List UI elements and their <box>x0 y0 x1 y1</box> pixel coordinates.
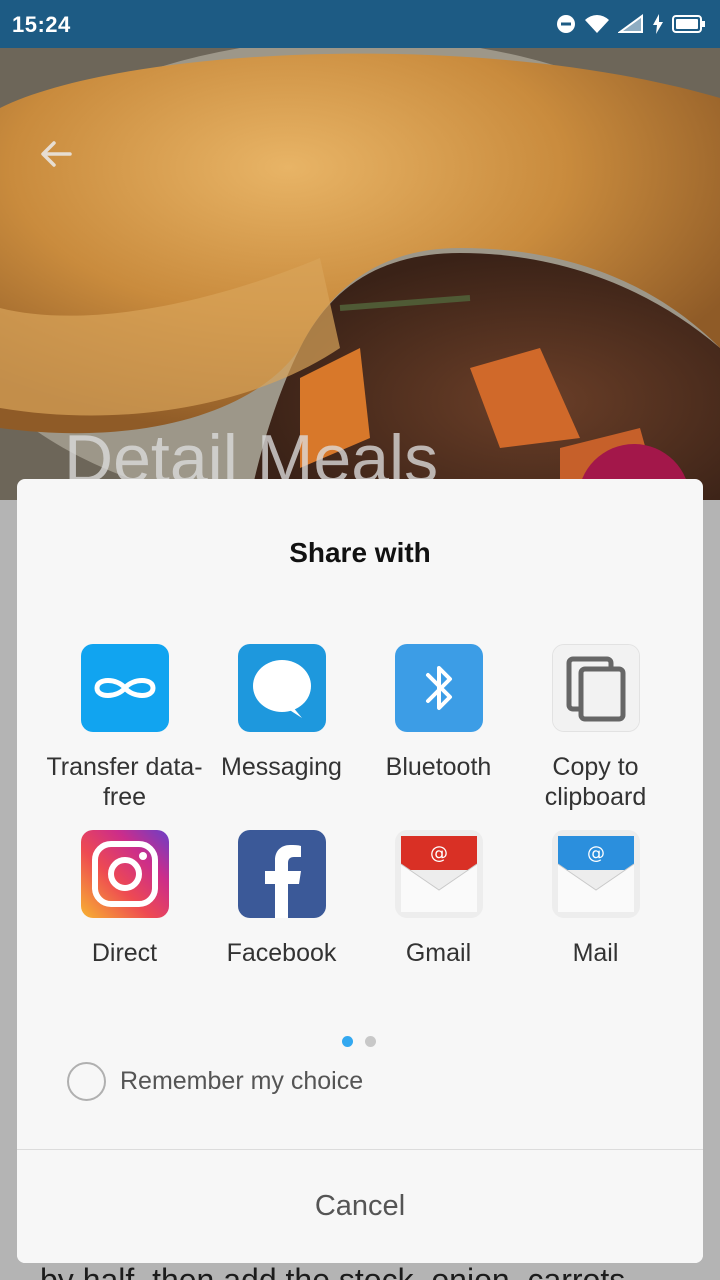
back-arrow-icon[interactable] <box>36 134 76 174</box>
share-option-mail[interactable]: @ Mail <box>517 830 674 968</box>
page-indicator <box>342 1036 376 1047</box>
page-dot[interactable] <box>365 1036 376 1047</box>
signal-icon <box>618 14 643 33</box>
share-option-facebook[interactable]: Facebook <box>203 830 360 968</box>
status-time: 15:24 <box>12 12 71 37</box>
wifi-icon <box>585 15 609 33</box>
hero-image: Detail Meals <box>0 48 720 500</box>
share-option-label: Bluetooth <box>385 753 492 781</box>
share-option-label: Gmail <box>405 939 472 967</box>
cancel-button[interactable]: Cancel <box>17 1150 703 1263</box>
share-option-label: Copy to clipboard <box>544 753 647 811</box>
share-option-label: Mail <box>572 939 619 967</box>
share-option-label: Direct <box>91 939 158 967</box>
share-option-label: Messaging <box>221 753 342 781</box>
charging-bolt-icon <box>653 14 663 34</box>
status-bar: 15:24 <box>0 0 720 48</box>
transfer-icon <box>80 644 169 732</box>
page-dot-active[interactable] <box>342 1036 353 1047</box>
share-option-gmail[interactable]: @ Gmail <box>360 830 517 968</box>
do-not-disturb-icon <box>557 15 575 33</box>
share-option-direct[interactable]: Direct <box>46 830 203 968</box>
svg-text:@: @ <box>587 843 605 864</box>
share-option-transfer[interactable]: Transfer data-free <box>46 644 203 812</box>
battery-icon <box>672 15 705 33</box>
share-option-copy[interactable]: Copy to clipboard <box>517 644 674 812</box>
share-option-label: Facebook <box>226 939 337 967</box>
gmail-icon: @ <box>394 830 483 918</box>
remember-choice-checkbox[interactable] <box>67 1062 106 1101</box>
svg-text:@: @ <box>430 843 448 864</box>
copy-icon <box>551 644 640 732</box>
instagram-icon <box>80 830 169 918</box>
facebook-icon <box>237 830 326 918</box>
share-sheet: Share with Transfer data-free Messaging … <box>17 479 703 1263</box>
share-option-label: Transfer data-free <box>46 753 203 811</box>
remember-choice[interactable]: Remember my choice <box>67 1062 363 1101</box>
status-icons <box>556 12 706 36</box>
bluetooth-icon <box>394 644 483 732</box>
share-option-bluetooth[interactable]: Bluetooth <box>360 644 517 782</box>
share-sheet-title: Share with <box>289 537 431 568</box>
remember-choice-label: Remember my choice <box>120 1067 364 1095</box>
messaging-icon <box>237 644 326 732</box>
share-option-messaging[interactable]: Messaging <box>203 644 360 782</box>
recipe-text: by half, then add the stock, onion, carr… <box>40 1262 626 1280</box>
mail-icon: @ <box>551 830 640 918</box>
